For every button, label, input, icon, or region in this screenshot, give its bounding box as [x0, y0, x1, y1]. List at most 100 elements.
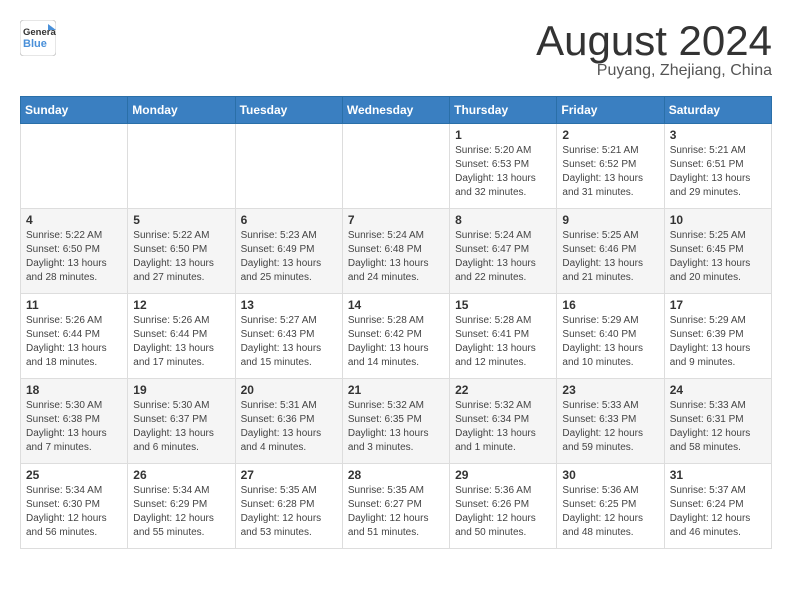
day-number: 5	[133, 213, 229, 227]
calendar-day-cell: 25Sunrise: 5:34 AM Sunset: 6:30 PM Dayli…	[21, 464, 128, 549]
day-info: Sunrise: 5:36 AM Sunset: 6:26 PM Dayligh…	[455, 484, 551, 540]
calendar-week-row: 11 Sunrise: 5:26 AM Sunset: 6:44 PM Dayli…	[21, 294, 772, 379]
day-number: 9	[562, 213, 658, 227]
calendar-day-cell: 22 Sunrise: 5:32 AM Sunset: 6:34 PM Dayli…	[450, 379, 557, 464]
day-number: 17	[670, 298, 766, 312]
calendar-day-cell	[235, 124, 342, 209]
day-info: Sunrise: 5:35 AM Sunset: 6:28 PM Dayligh…	[241, 484, 337, 540]
calendar-day-cell: 24Sunrise: 5:33 AM Sunset: 6:31 PM Dayli…	[664, 379, 771, 464]
day-number: 26	[133, 468, 229, 482]
weekday-header: Sunday	[21, 97, 128, 124]
weekday-header: Thursday	[450, 97, 557, 124]
day-number: 23	[562, 383, 658, 397]
day-number: 19	[133, 383, 229, 397]
day-number: 8	[455, 213, 551, 227]
day-info: Sunrise: 5:28 AM Sunset: 6:41 PM Dayligh…	[455, 314, 551, 370]
day-info: Sunrise: 5:21 AM Sunset: 6:52 PM Dayligh…	[562, 144, 658, 200]
day-number: 28	[348, 468, 444, 482]
day-info: Sunrise: 5:35 AM Sunset: 6:27 PM Dayligh…	[348, 484, 444, 540]
day-number: 24	[670, 383, 766, 397]
calendar-day-cell: 14 Sunrise: 5:28 AM Sunset: 6:42 PM Dayli…	[342, 294, 449, 379]
calendar-day-cell: 6 Sunrise: 5:23 AM Sunset: 6:49 PM Daylig…	[235, 209, 342, 294]
calendar-day-cell: 18Sunrise: 5:30 AM Sunset: 6:38 PM Dayli…	[21, 379, 128, 464]
weekday-header: Saturday	[664, 97, 771, 124]
day-number: 14	[348, 298, 444, 312]
calendar-day-cell: 21 Sunrise: 5:32 AM Sunset: 6:35 PM Dayli…	[342, 379, 449, 464]
day-info: Sunrise: 5:25 AM Sunset: 6:45 PM Dayligh…	[670, 229, 766, 285]
calendar-day-cell: 15 Sunrise: 5:28 AM Sunset: 6:41 PM Dayli…	[450, 294, 557, 379]
day-number: 1	[455, 128, 551, 142]
calendar-day-cell: 9 Sunrise: 5:25 AM Sunset: 6:46 PM Daylig…	[557, 209, 664, 294]
day-info: Sunrise: 5:32 AM Sunset: 6:35 PM Dayligh…	[348, 399, 444, 455]
calendar-day-cell: 8 Sunrise: 5:24 AM Sunset: 6:47 PM Daylig…	[450, 209, 557, 294]
day-info: Sunrise: 5:29 AM Sunset: 6:39 PM Dayligh…	[670, 314, 766, 370]
day-number: 21	[348, 383, 444, 397]
calendar-week-row: 1Sunrise: 5:20 AM Sunset: 6:53 PM Daylig…	[21, 124, 772, 209]
day-info: Sunrise: 5:22 AM Sunset: 6:50 PM Dayligh…	[26, 229, 122, 285]
calendar-day-cell	[21, 124, 128, 209]
day-number: 6	[241, 213, 337, 227]
calendar-day-cell: 2Sunrise: 5:21 AM Sunset: 6:52 PM Daylig…	[557, 124, 664, 209]
weekday-header: Friday	[557, 97, 664, 124]
location: Puyang, Zhejiang, China	[536, 62, 772, 80]
day-info: Sunrise: 5:26 AM Sunset: 6:44 PM Dayligh…	[133, 314, 229, 370]
day-info: Sunrise: 5:37 AM Sunset: 6:24 PM Dayligh…	[670, 484, 766, 540]
calendar-day-cell: 23 Sunrise: 5:33 AM Sunset: 6:33 PM Dayli…	[557, 379, 664, 464]
svg-text:Blue: Blue	[23, 38, 47, 50]
page-header: General Blue August 2024 Puyang, Zhejian…	[20, 20, 772, 80]
calendar-day-cell: 12 Sunrise: 5:26 AM Sunset: 6:44 PM Dayli…	[128, 294, 235, 379]
day-info: Sunrise: 5:31 AM Sunset: 6:36 PM Dayligh…	[241, 399, 337, 455]
day-info: Sunrise: 5:24 AM Sunset: 6:47 PM Dayligh…	[455, 229, 551, 285]
day-number: 20	[241, 383, 337, 397]
calendar-week-row: 18Sunrise: 5:30 AM Sunset: 6:38 PM Dayli…	[21, 379, 772, 464]
calendar-day-cell: 1Sunrise: 5:20 AM Sunset: 6:53 PM Daylig…	[450, 124, 557, 209]
day-number: 7	[348, 213, 444, 227]
day-info: Sunrise: 5:29 AM Sunset: 6:40 PM Dayligh…	[562, 314, 658, 370]
day-number: 30	[562, 468, 658, 482]
day-number: 13	[241, 298, 337, 312]
day-number: 25	[26, 468, 122, 482]
day-number: 12	[133, 298, 229, 312]
weekday-header: Monday	[128, 97, 235, 124]
weekday-header-row: SundayMondayTuesdayWednesdayThursdayFrid…	[21, 97, 772, 124]
day-info: Sunrise: 5:22 AM Sunset: 6:50 PM Dayligh…	[133, 229, 229, 285]
day-info: Sunrise: 5:28 AM Sunset: 6:42 PM Dayligh…	[348, 314, 444, 370]
calendar-day-cell: 10 Sunrise: 5:25 AM Sunset: 6:45 PM Dayli…	[664, 209, 771, 294]
calendar-day-cell	[128, 124, 235, 209]
day-info: Sunrise: 5:26 AM Sunset: 6:44 PM Dayligh…	[26, 314, 122, 370]
day-info: Sunrise: 5:24 AM Sunset: 6:48 PM Dayligh…	[348, 229, 444, 285]
day-info: Sunrise: 5:27 AM Sunset: 6:43 PM Dayligh…	[241, 314, 337, 370]
title-block: August 2024 Puyang, Zhejiang, China	[536, 20, 772, 80]
calendar-day-cell	[342, 124, 449, 209]
calendar-day-cell: 16 Sunrise: 5:29 AM Sunset: 6:40 PM Dayli…	[557, 294, 664, 379]
calendar-week-row: 25Sunrise: 5:34 AM Sunset: 6:30 PM Dayli…	[21, 464, 772, 549]
calendar-day-cell: 26Sunrise: 5:34 AM Sunset: 6:29 PM Dayli…	[128, 464, 235, 549]
day-number: 16	[562, 298, 658, 312]
day-info: Sunrise: 5:36 AM Sunset: 6:25 PM Dayligh…	[562, 484, 658, 540]
day-number: 10	[670, 213, 766, 227]
day-number: 22	[455, 383, 551, 397]
calendar-day-cell: 4Sunrise: 5:22 AM Sunset: 6:50 PM Daylig…	[21, 209, 128, 294]
calendar-day-cell: 28 Sunrise: 5:35 AM Sunset: 6:27 PM Dayli…	[342, 464, 449, 549]
calendar-day-cell: 7 Sunrise: 5:24 AM Sunset: 6:48 PM Daylig…	[342, 209, 449, 294]
day-info: Sunrise: 5:30 AM Sunset: 6:37 PM Dayligh…	[133, 399, 229, 455]
calendar-day-cell: 30 Sunrise: 5:36 AM Sunset: 6:25 PM Dayli…	[557, 464, 664, 549]
calendar-day-cell: 11 Sunrise: 5:26 AM Sunset: 6:44 PM Dayli…	[21, 294, 128, 379]
calendar-day-cell: 13 Sunrise: 5:27 AM Sunset: 6:43 PM Dayli…	[235, 294, 342, 379]
calendar-table: SundayMondayTuesdayWednesdayThursdayFrid…	[20, 96, 772, 549]
day-number: 29	[455, 468, 551, 482]
day-info: Sunrise: 5:33 AM Sunset: 6:33 PM Dayligh…	[562, 399, 658, 455]
logo-svg: General Blue	[20, 20, 56, 56]
weekday-header: Wednesday	[342, 97, 449, 124]
weekday-header: Tuesday	[235, 97, 342, 124]
day-info: Sunrise: 5:25 AM Sunset: 6:46 PM Dayligh…	[562, 229, 658, 285]
calendar-week-row: 4Sunrise: 5:22 AM Sunset: 6:50 PM Daylig…	[21, 209, 772, 294]
calendar-day-cell: 3Sunrise: 5:21 AM Sunset: 6:51 PM Daylig…	[664, 124, 771, 209]
calendar-day-cell: 5 Sunrise: 5:22 AM Sunset: 6:50 PM Daylig…	[128, 209, 235, 294]
day-info: Sunrise: 5:30 AM Sunset: 6:38 PM Dayligh…	[26, 399, 122, 455]
day-number: 15	[455, 298, 551, 312]
day-info: Sunrise: 5:23 AM Sunset: 6:49 PM Dayligh…	[241, 229, 337, 285]
day-number: 11	[26, 298, 122, 312]
day-info: Sunrise: 5:32 AM Sunset: 6:34 PM Dayligh…	[455, 399, 551, 455]
calendar-day-cell: 19 Sunrise: 5:30 AM Sunset: 6:37 PM Dayli…	[128, 379, 235, 464]
